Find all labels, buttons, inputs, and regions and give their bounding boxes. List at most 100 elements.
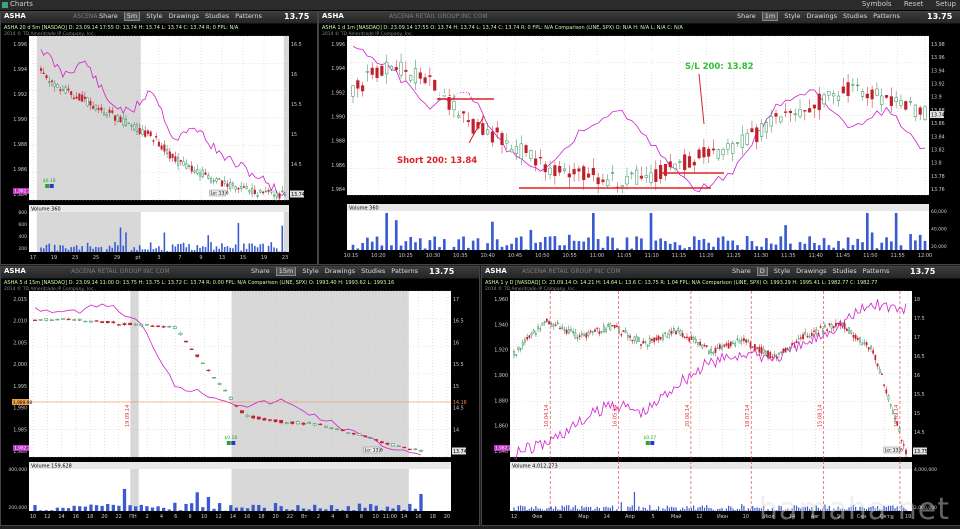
candle-body bbox=[703, 344, 706, 347]
y-tick-left: 1.994 bbox=[13, 67, 27, 73]
candle-body bbox=[365, 71, 370, 73]
candle-body bbox=[256, 195, 259, 197]
volume-bar bbox=[116, 245, 119, 252]
candle-body bbox=[105, 321, 110, 324]
candle-body bbox=[769, 116, 773, 127]
candle-body bbox=[481, 123, 485, 135]
volume-bar bbox=[745, 510, 747, 511]
chart-canvas[interactable]: 12 Фев 3 Мар 14 Апр 5 Май 12 Июн 10 Июл 14 Авг 9 Сен Окт… bbox=[482, 267, 960, 525]
candle-body bbox=[340, 429, 345, 432]
candle-body bbox=[535, 333, 537, 335]
volume-bar bbox=[686, 506, 688, 511]
y-tick-right: 13.8 bbox=[931, 161, 942, 167]
candle-body bbox=[721, 149, 725, 155]
candle-body bbox=[490, 131, 494, 143]
candle-body bbox=[827, 91, 831, 96]
reset-button[interactable]: Reset bbox=[904, 0, 924, 8]
volume-bar bbox=[568, 505, 570, 511]
candle-body bbox=[828, 323, 831, 325]
volume-bar bbox=[368, 504, 373, 511]
candle-body bbox=[803, 110, 807, 112]
symbols-button[interactable]: Symbols bbox=[862, 0, 892, 8]
volume-bar bbox=[92, 248, 94, 252]
volume-bar bbox=[134, 506, 138, 511]
candle-body bbox=[452, 100, 456, 111]
setup-button[interactable]: Setup bbox=[936, 0, 956, 8]
volume-bar bbox=[433, 236, 437, 250]
volume-bar bbox=[55, 507, 60, 511]
volume-bar bbox=[712, 509, 714, 511]
candle-body bbox=[184, 340, 188, 343]
volume-bar bbox=[594, 508, 596, 511]
candle-body bbox=[374, 439, 379, 441]
date-label: 19.09.14 bbox=[894, 405, 900, 427]
candle-body bbox=[179, 160, 182, 162]
y-tick-left: 1,880 bbox=[494, 398, 508, 404]
candle-body bbox=[775, 356, 778, 359]
volume-bar bbox=[144, 249, 146, 252]
y-tick-right: 18 bbox=[914, 297, 920, 303]
y-tick-right: 13.92 bbox=[931, 82, 945, 88]
volume-bar bbox=[226, 246, 229, 252]
volume-bar bbox=[856, 238, 860, 250]
volume-label: Volume 4,012,273 bbox=[512, 464, 558, 470]
volume-bar bbox=[923, 240, 927, 250]
comment-line-3: стоп можно было ставить по 86-87,но реши… bbox=[449, 63, 672, 73]
candle-body bbox=[677, 328, 680, 332]
volume-bar bbox=[738, 509, 741, 511]
candle-body bbox=[519, 143, 523, 159]
candle-body bbox=[66, 318, 71, 321]
candle-body bbox=[67, 88, 70, 91]
candle-body bbox=[234, 186, 237, 190]
chart-canvas[interactable]: 10 12 14 16 18 20 22 ПН 2 4 6 8 10 12 14 16 18 20 22 Вт 2 4 6 8… bbox=[1, 267, 479, 525]
volume-bar bbox=[67, 249, 70, 252]
candle-body bbox=[172, 326, 177, 329]
chart-panel-15m: ASHA ASCENA RETAIL GROUP INC COM Share 15… bbox=[0, 266, 480, 526]
candle-body bbox=[600, 330, 603, 333]
volume-bar bbox=[875, 248, 879, 250]
candle-body bbox=[146, 130, 149, 134]
y-tick-right: 17.5 bbox=[914, 316, 925, 322]
candle-body bbox=[133, 323, 138, 326]
chart-canvas[interactable]: 17 19 23 25 29 pt 3 7 9 13 15 19 23 1.996 1.994 1.992 1.… bbox=[1, 12, 317, 264]
volume-bar bbox=[528, 508, 530, 511]
date-label: 20.06.14 bbox=[685, 405, 691, 427]
candle-body bbox=[640, 344, 642, 346]
candle-body bbox=[591, 331, 594, 333]
volume-bar bbox=[756, 507, 758, 511]
candle-body bbox=[505, 140, 509, 144]
x-tick-label: 4 bbox=[160, 514, 163, 520]
volume-bar bbox=[697, 507, 699, 511]
candle-body bbox=[218, 178, 221, 180]
session-shade bbox=[130, 463, 139, 511]
candle-body bbox=[150, 325, 155, 327]
x-tick-label: 11:10 bbox=[644, 253, 658, 259]
candle-body bbox=[771, 356, 774, 358]
candle-body bbox=[500, 133, 504, 145]
volume-bar bbox=[147, 249, 149, 252]
candle-body bbox=[681, 333, 684, 337]
volume-bar bbox=[706, 505, 708, 511]
x-tick-label: 11:45 bbox=[836, 253, 850, 259]
volume-header bbox=[29, 462, 451, 469]
candle-body bbox=[70, 91, 73, 95]
volume-bar bbox=[259, 244, 262, 252]
candle-body bbox=[683, 154, 687, 171]
candle-body bbox=[144, 324, 149, 326]
volume-bar bbox=[201, 507, 205, 511]
candle-body bbox=[168, 151, 171, 159]
x-tick-label: 12 bbox=[511, 514, 517, 520]
candle-body bbox=[784, 348, 787, 353]
volume-bar bbox=[598, 508, 601, 511]
x-tick-label: Вт bbox=[301, 514, 307, 520]
volume-bar bbox=[510, 243, 513, 250]
volume-bar bbox=[97, 247, 100, 252]
candle-body bbox=[758, 346, 761, 353]
candle-body bbox=[651, 338, 653, 341]
volume-bar bbox=[396, 505, 401, 511]
candle-body bbox=[242, 186, 245, 188]
x-tick-label: Фев bbox=[532, 514, 542, 520]
window-title: Charts bbox=[10, 0, 33, 8]
volume-bar bbox=[240, 250, 242, 252]
x-tick-label: 11:05 bbox=[617, 253, 631, 259]
